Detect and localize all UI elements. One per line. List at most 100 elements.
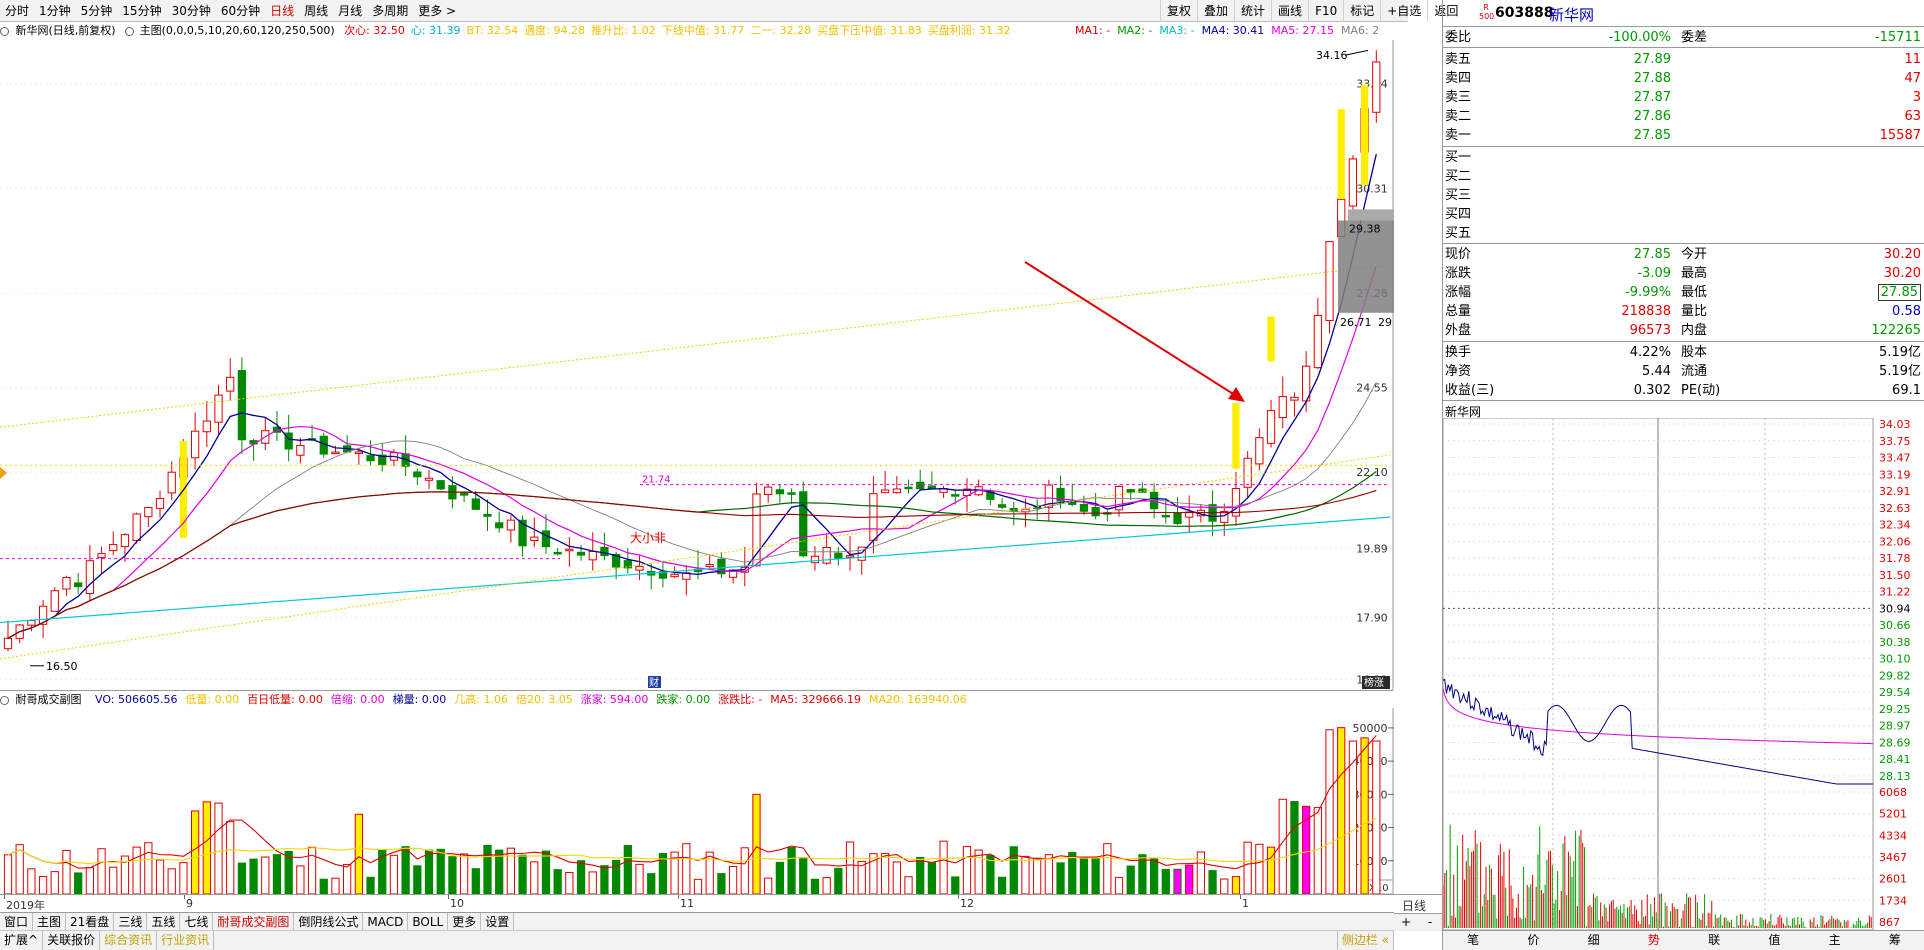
indicator-value-4: 推升比: 1.02 [591,24,656,37]
ask-price: 27.85 [1633,128,1671,143]
volume-bar [752,793,761,894]
volume-bar [1056,862,1065,894]
chart-tab-11[interactable]: 设置 [481,913,515,930]
volume-bar [904,876,913,894]
volume-bar [974,849,983,894]
period-tab-0[interactable]: 分时 [0,0,34,22]
period-tab-8[interactable]: 月线 [333,0,367,22]
ask-row-1: 卖四 27.88 47 [1443,69,1924,88]
volume-bar [1161,869,1170,894]
quote-tab-1[interactable]: 价 [1503,931,1563,950]
period-tab-7[interactable]: 周线 [299,0,333,22]
chart-tab-6[interactable]: 耐哥成交副图 [213,913,295,930]
info-tab-3[interactable]: 行业资讯 [157,931,215,950]
ma-legend: MA1: - MA2: - MA3: - MA4: 30.41 MA5: 27.15 MA… [1075,22,1386,40]
info-tab-1[interactable]: 关联报价 [43,931,101,950]
candle-body [190,430,200,459]
stock-label: 新华网(日线,前复权) [15,24,116,37]
period-tab-9[interactable]: 多周期 [367,0,413,22]
ma-value-3: MA4: 30.41 [1201,24,1265,37]
period-tab-1[interactable]: 1分钟 [34,0,76,22]
tool-button-3[interactable]: 画线 [1271,0,1308,22]
ask-label: 卖五 [1445,52,1472,67]
quote-tab-3[interactable]: 势 [1624,931,1684,950]
candle-body [237,370,247,441]
volume-bar [810,878,820,894]
ask-price: 27.86 [1633,109,1671,124]
tool-button-4[interactable]: F10 [1308,0,1343,22]
volume-bar [296,865,305,894]
volume-bar [822,877,831,894]
chart-tab-10[interactable]: 更多 [448,913,482,930]
period-tab-10[interactable]: 更多 > [413,0,461,22]
tool-button-6[interactable]: +自选 [1380,0,1427,22]
quote-tab-6[interactable]: 主 [1805,931,1865,950]
period-tab-5[interactable]: 60分钟 [216,0,265,22]
date-tick-5: 1 [1242,897,1249,910]
chart-tab-5[interactable]: 七线 [180,913,214,930]
tool-button-1[interactable]: 叠加 [1197,0,1234,22]
volume-bar [635,863,644,894]
mini-price-tick: 32.34 [1879,519,1911,532]
ask-price: 27.88 [1633,71,1671,86]
intraday-mini-chart[interactable]: 34.03 33.75 33.47 33.19 32.91 32.63 32.34 32.06… [1443,418,1924,930]
volume-chart[interactable]: 5000040000300002000010000X10 [0,708,1394,894]
stat-label-2: 内盘 [1681,323,1708,338]
fund-row-2: 收益(三) 0.302 PE(动) 69.1 [1443,381,1924,400]
quote-tab-7[interactable]: 筹 [1865,931,1924,950]
tool-button-2[interactable]: 统计 [1234,0,1271,22]
period-tab-3[interactable]: 15分钟 [117,0,166,22]
highlight-candle [1360,84,1369,186]
chart-tab-1[interactable]: 主图 [33,913,67,930]
volume-bar [986,855,995,894]
tool-button-5[interactable]: 标记 [1343,0,1380,22]
bid-row-2: 买三 [1443,186,1924,205]
quote-tab-0[interactable]: 笔 [1443,931,1503,950]
chart-tab-4[interactable]: 五线 [147,913,181,930]
sidebar-toggle[interactable]: 侧边栏 « [1336,931,1394,950]
left-marker-icon[interactable] [0,467,7,479]
candle-body [471,498,480,510]
volume-bar [272,854,282,894]
volume-title: 耐哥成交副图 [15,693,82,706]
tool-button-0[interactable]: 复权 [1160,0,1197,22]
volume-indicator-9: 涨跌比: - [718,693,763,706]
period-tab-2[interactable]: 5分钟 [76,0,118,22]
volume-menu-icon[interactable] [0,695,9,705]
volume-bar [857,860,866,894]
volume-bar [1290,801,1299,894]
chart-menu-icon[interactable] [0,26,9,36]
volume-bar [50,871,59,894]
chart-tab-3[interactable]: 三线 [114,913,148,930]
volume-bar [728,865,738,894]
quote-tab-2[interactable]: 细 [1564,931,1624,950]
period-tab-6[interactable]: 日线 [265,0,299,22]
candle-body [787,492,796,495]
zoom-in-button[interactable]: + [1394,914,1418,931]
info-tab-0[interactable]: 扩展^ [0,931,44,950]
candlestick-chart[interactable]: 33.3430.3127.2824.5522.1019.8917.9016.11… [0,40,1394,690]
chart-tab-0[interactable]: 窗口 [0,913,34,930]
stat-label: 涨跌 [1445,266,1472,281]
chart-tab-2[interactable]: 21看盘 [66,913,115,930]
mini-volume-tick: 5201 [1879,808,1907,821]
chart-tab-7[interactable]: 倒阴线公式 [294,913,364,930]
stat-row-2: 涨幅 -9.99% 最低 27.85 [1443,283,1924,302]
main-menu-icon[interactable] [125,26,135,36]
volume-bar [775,861,784,894]
candle-body [331,451,340,455]
bid-label: 买三 [1445,188,1472,203]
fund-label-2: PE(动) [1681,383,1721,398]
stat-value: 96573 [1629,323,1671,338]
quote-tab-5[interactable]: 值 [1744,931,1804,950]
period-tab-4[interactable]: 30分钟 [167,0,216,22]
chart-tab-8[interactable]: MACD [363,913,409,930]
chart-tab-9[interactable]: BOLL [408,913,449,930]
quote-tab-4[interactable]: 联 [1684,931,1744,950]
info-tab-2[interactable]: 综合资讯 [100,931,158,950]
volume-bar [588,871,597,894]
mini-price-tick: 29.82 [1879,669,1911,682]
candle-body [226,376,235,392]
candle-body [132,513,141,541]
zoom-out-button[interactable]: - [1418,914,1442,931]
